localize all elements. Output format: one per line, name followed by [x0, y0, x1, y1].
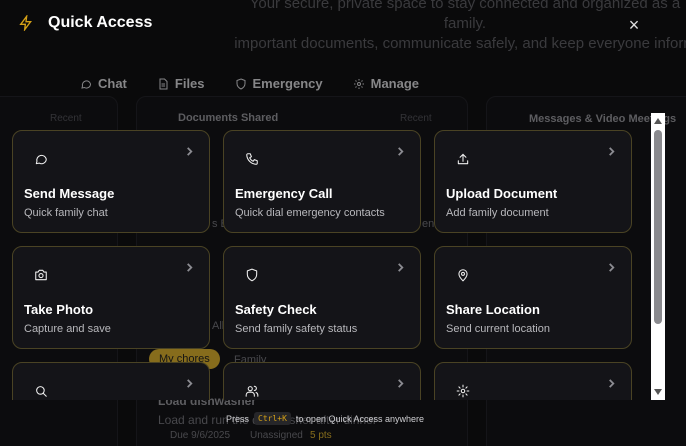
shortcut-key: Ctrl+K: [254, 412, 291, 425]
scroll-down-arrow-icon[interactable]: [654, 389, 662, 395]
action-description: Quick dial emergency contacts: [235, 207, 385, 219]
hint-prefix: Press: [226, 413, 250, 424]
quick-access-overlay: Quick Access × Send Message Quick family…: [0, 0, 686, 446]
quick-actions-grid: Send Message Quick family chat Emergency…: [0, 120, 650, 400]
action-share-location[interactable]: Share Location Send current location: [434, 246, 632, 349]
action-take-photo[interactable]: Take Photo Capture and save: [12, 246, 210, 349]
scrollbar-thumb[interactable]: [654, 130, 662, 324]
action-safety-check[interactable]: Safety Check Send family safety status: [223, 246, 421, 349]
chevron-right-icon: [185, 259, 195, 272]
scroll-up-arrow-icon[interactable]: [654, 118, 662, 124]
message-icon: [34, 152, 50, 168]
action-label: Share Location: [446, 302, 540, 317]
action-label: Emergency Call: [235, 186, 333, 201]
action-settings[interactable]: [434, 362, 632, 400]
camera-icon: [34, 268, 50, 284]
action-family-members[interactable]: [223, 362, 421, 400]
action-description: Capture and save: [24, 323, 111, 335]
chevron-right-icon: [185, 143, 195, 156]
action-emergency-call[interactable]: Emergency Call Quick dial emergency cont…: [223, 130, 421, 233]
chevron-right-icon: [396, 375, 406, 388]
users-icon: [245, 384, 261, 400]
chevron-right-icon: [607, 375, 617, 388]
action-label: Upload Document: [446, 186, 558, 201]
search-icon: [34, 384, 50, 400]
chevron-right-icon: [185, 375, 195, 388]
action-upload-document[interactable]: Upload Document Add family document: [434, 130, 632, 233]
chevron-right-icon: [607, 143, 617, 156]
upload-icon: [456, 152, 472, 168]
shield-icon: [245, 268, 261, 284]
hint-suffix: to open Quick Access anywhere: [295, 413, 424, 424]
quick-access-scrollbar[interactable]: [651, 113, 665, 400]
chevron-right-icon: [607, 259, 617, 272]
action-label: Safety Check: [235, 302, 317, 317]
action-description: Send current location: [446, 323, 550, 335]
quick-access-header: Quick Access: [18, 14, 152, 32]
gear-icon: [456, 384, 472, 400]
quick-access-title: Quick Access: [48, 14, 153, 31]
action-description: Add family document: [446, 207, 549, 219]
action-description: Send family safety status: [235, 323, 358, 335]
chevron-right-icon: [396, 259, 406, 272]
action-search[interactable]: [12, 362, 210, 400]
lightning-icon: [19, 15, 32, 31]
phone-icon: [245, 152, 261, 168]
chevron-right-icon: [396, 143, 406, 156]
action-description: Quick family chat: [24, 207, 108, 219]
keyboard-shortcut-hint: Press Ctrl+K to open Quick Access anywhe…: [226, 412, 424, 425]
action-label: Take Photo: [24, 302, 94, 317]
action-send-message[interactable]: Send Message Quick family chat: [12, 130, 210, 233]
location-pin-icon: [456, 268, 472, 284]
close-button[interactable]: ×: [626, 16, 642, 34]
action-label: Send Message: [24, 186, 115, 201]
